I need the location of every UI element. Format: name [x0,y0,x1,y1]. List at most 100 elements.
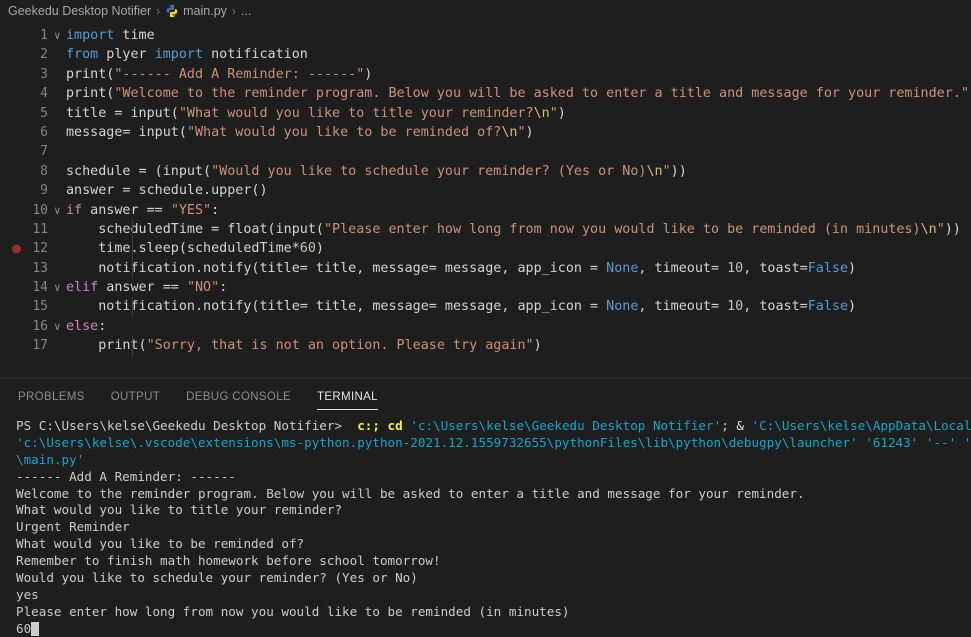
line-number: 2 [40,47,48,63]
terminal-line: Urgent Reminder [16,519,971,536]
indent-guide [132,239,133,259]
terminal-text: & [736,418,744,433]
terminal-line: What would you like to title your remind… [16,502,971,519]
code-line[interactable]: 5 title = input("What would you like to t… [0,104,971,123]
line-number: 14 [32,280,48,296]
breadcrumb-symbol-ellipsis[interactable]: ... [241,4,251,18]
editor-gutter[interactable]: 5 [0,104,66,123]
code-token: answer = schedule.upper() [66,183,268,199]
code-line[interactable]: 16 ∨ else: [0,317,971,336]
editor-gutter[interactable]: 13 [0,259,66,278]
terminal-text: 'c:\Users\kelse\Geekedu Desktop Notifier… [410,418,722,433]
code-token: "------ Add A Reminder: ------" [114,66,365,82]
code-text: else: [66,317,106,336]
code-token: " [517,124,526,140]
code-line[interactable]: 17 print("Sorry, that is not an option. … [0,336,971,356]
editor-gutter[interactable]: 7 [0,142,66,161]
code-line[interactable]: 8 schedule = (input("Would you like to sc… [0,162,971,181]
code-line[interactable]: 9 answer = schedule.upper() [0,181,971,200]
editor-gutter[interactable]: 14 ∨ [0,278,66,297]
code-token: if [66,202,83,218]
line-number: 15 [32,299,48,315]
code-token: time [114,28,155,43]
code-text: scheduledTime = float(input("Please ente… [66,219,961,240]
code-token: answer == [98,280,187,296]
terminal-text: cd [387,418,403,433]
code-line[interactable]: 15 notification.notify(title= title, mes… [0,297,971,317]
code-line[interactable]: 13 notification.notify(title= title, mes… [0,258,971,279]
code-line[interactable]: 4 print("Welcome to the reminder program.… [0,84,971,103]
code-text: message= input("What would you like to b… [66,123,534,142]
code-line[interactable]: 12 time.sleep(scheduledTime*60) [0,239,971,259]
editor-gutter[interactable]: 10 ∨ [0,201,66,220]
code-token: : [219,280,228,296]
code-token: " [549,105,558,121]
terminal-line: Welcome to the reminder program. Below y… [16,486,971,503]
line-number: 11 [32,221,48,237]
code-token: ) [848,299,857,315]
code-token: title = input( [66,105,179,121]
code-token: "Would you like to schedule your reminde… [211,163,647,179]
editor-gutter[interactable]: 2 [0,45,66,64]
code-line[interactable]: 10 ∨ if answer == "YES": [0,201,971,220]
editor-gutter[interactable]: 4 [0,84,66,103]
editor-gutter[interactable]: 17 [0,336,66,355]
code-line[interactable]: 1 ∨ import time [0,26,971,45]
terminal-line: 60 [16,621,971,637]
code-token: ) [364,66,373,82]
code-text: notification.notify(title= title, messag… [66,297,857,317]
code-token: False [807,260,849,276]
terminal-text: Please enter how long from now you would… [16,603,570,619]
tab-problems[interactable]: PROBLEMS [18,379,85,414]
terminal-output[interactable]: PS C:\Users\kelse\Geekedu Desktop Notifi… [0,414,971,637]
editor-gutter[interactable]: 9 [0,181,66,200]
breadcrumb-project[interactable]: Geekedu Desktop Notifier [8,4,151,18]
editor-gutter[interactable]: 16 ∨ [0,317,66,336]
editor-gutter[interactable]: 15 [0,297,66,316]
code-token: \n [920,221,937,237]
chevron-down-icon[interactable]: ∨ [54,282,61,293]
terminal-line: ------ Add A Reminder: ------ [16,469,971,486]
editor-gutter[interactable]: 1 ∨ [0,26,66,45]
breadcrumb-file[interactable]: main.py [183,4,227,18]
code-token: notification [203,47,308,63]
line-number: 6 [40,124,48,140]
code-line[interactable]: 11 scheduledTime = float(input("Please e… [0,219,971,240]
editor-gutter[interactable]: 6 [0,123,66,142]
line-number: 3 [40,66,48,82]
code-token: from [66,47,99,63]
tab-debug-console[interactable]: DEBUG CONSOLE [186,379,291,414]
code-token: time.sleep(scheduledTime* [66,241,300,257]
tab-output[interactable]: OUTPUT [111,379,160,414]
code-token: "Sorry, that is not an option. Please tr… [146,338,534,354]
code-token: None [606,260,639,276]
code-line[interactable]: 14 ∨ elif answer == "NO": [0,278,971,297]
tab-terminal[interactable]: TERMINAL [316,379,378,414]
code-editor[interactable]: 1 ∨ import time 2 from plyer import notifica… [0,22,971,378]
indent-guide [132,336,133,356]
code-token: \n [646,163,663,179]
terminal-line: \main.py' [16,452,971,469]
code-token: else [66,318,99,334]
editor-gutter[interactable]: 12 [0,239,66,258]
code-token: \n [501,124,518,140]
terminal-text: ------ Add A Reminder: ------ [16,468,236,484]
code-text: title = input("What would you like to ti… [66,104,566,123]
editor-gutter[interactable]: 3 [0,65,66,84]
code-token: notification.notify(title= title, messag… [66,299,607,315]
code-line[interactable]: 3 print("------ Add A Reminder: ------") [0,65,971,84]
code-line[interactable]: 6 message= input("What would you like to … [0,123,971,142]
editor-gutter[interactable]: 8 [0,162,66,181]
chevron-down-icon[interactable]: ∨ [54,321,61,332]
code-line[interactable]: 7 [0,142,971,161]
terminal-text: 60 [16,620,32,636]
breakpoint-icon[interactable] [12,244,21,254]
terminal-text: ; [721,418,737,433]
chevron-down-icon[interactable]: ∨ [54,30,61,41]
editor-gutter[interactable]: 11 [0,220,66,239]
line-number: 17 [32,338,48,354]
chevron-down-icon[interactable]: ∨ [54,205,61,216]
code-line[interactable]: 2 from plyer import notification [0,45,971,64]
line-number: 1 [40,27,48,43]
